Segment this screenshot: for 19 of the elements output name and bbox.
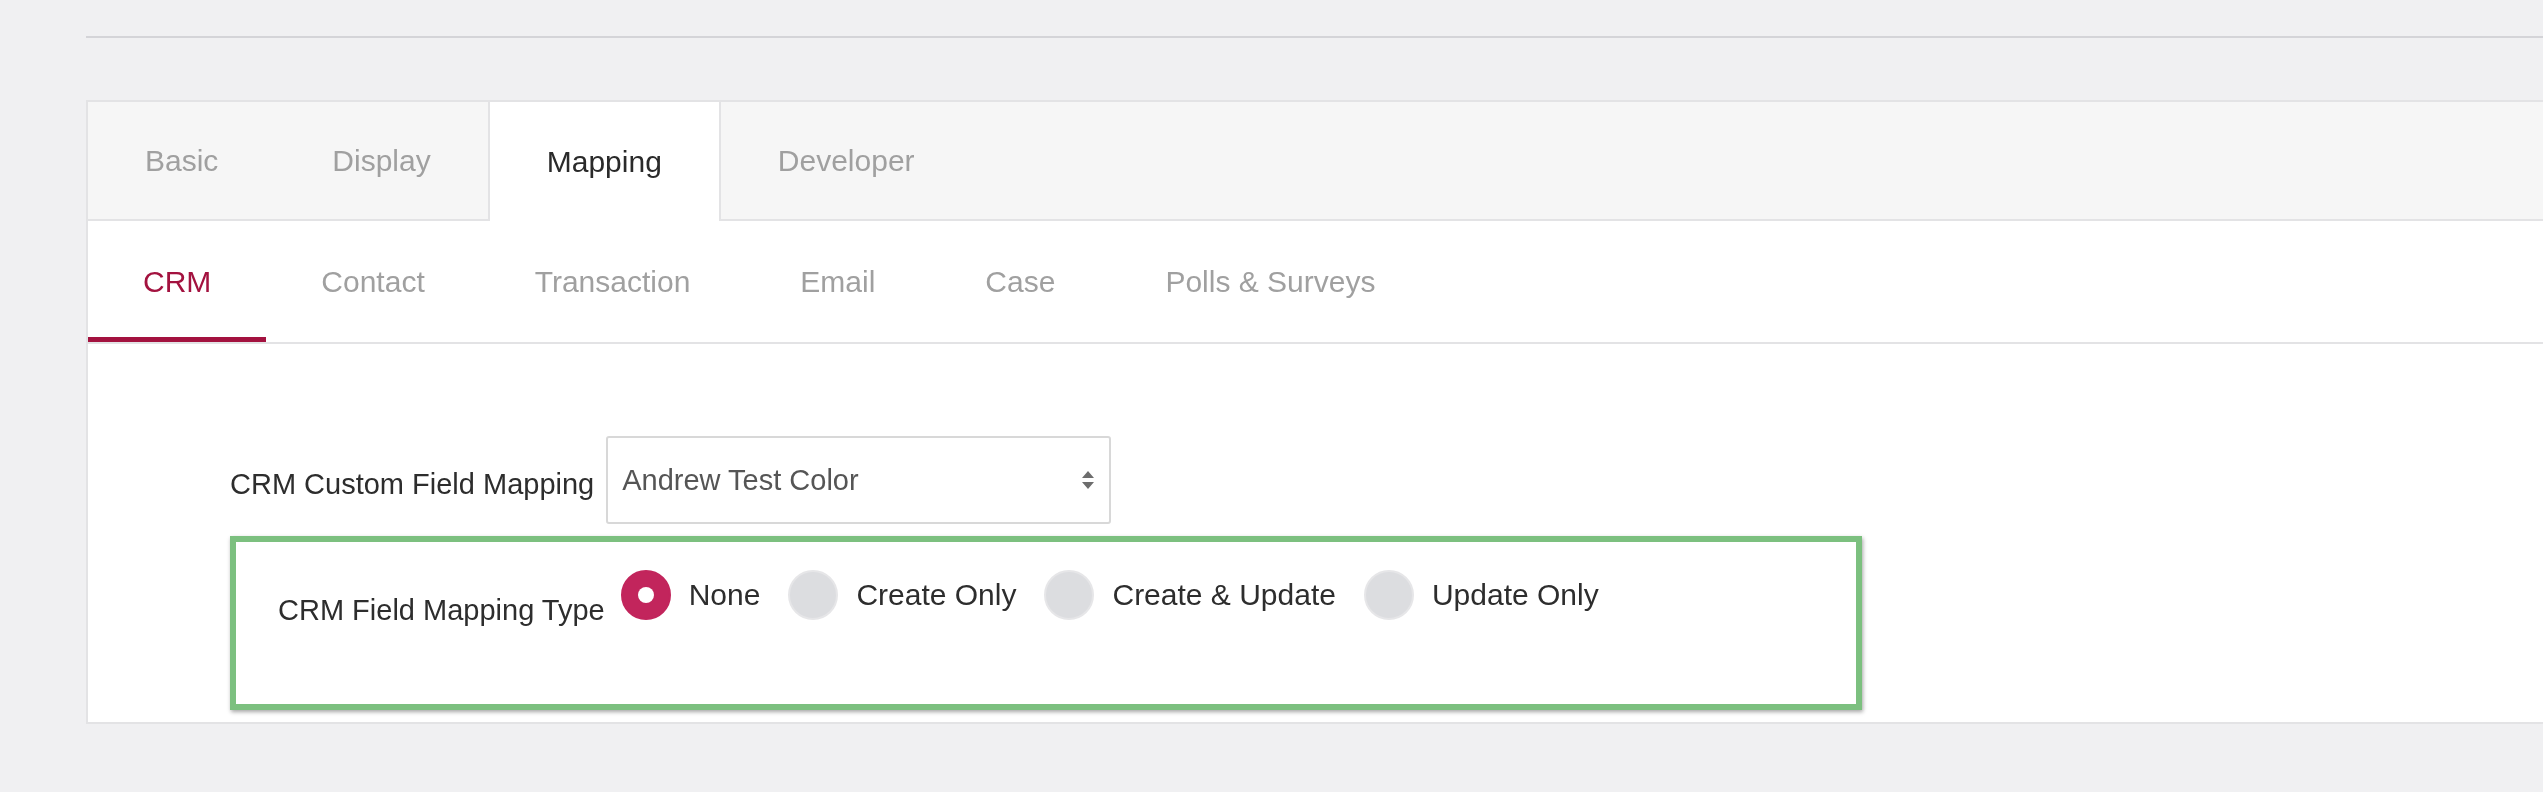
radio-button[interactable]: [620, 570, 671, 620]
field-label: CRM Custom Field Mapping: [230, 466, 595, 501]
tab[interactable]: Email: [745, 221, 931, 342]
up-down-caret-icon: [1081, 469, 1096, 491]
tab[interactable]: Display: [275, 102, 488, 219]
tab[interactable]: Transaction: [479, 221, 746, 342]
field-label: CRM Field Mapping Type: [278, 594, 605, 627]
tab[interactable]: Polls & Surveys: [1110, 221, 1431, 342]
radio-option[interactable]: Create & Update: [1044, 570, 1336, 620]
tab[interactable]: Basic: [88, 102, 276, 219]
tab[interactable]: Contact: [266, 221, 480, 342]
radio-option[interactable]: Create Only: [788, 570, 1017, 620]
tab[interactable]: CRM: [88, 221, 267, 342]
radio-option[interactable]: Update Only: [1363, 570, 1599, 620]
radio-option[interactable]: None: [620, 570, 761, 620]
select-field[interactable]: Andrew Test Color: [606, 436, 1112, 524]
tab[interactable]: Case: [930, 221, 1111, 342]
tab[interactable]: Developer: [720, 102, 972, 219]
tab[interactable]: Mapping: [487, 102, 721, 221]
